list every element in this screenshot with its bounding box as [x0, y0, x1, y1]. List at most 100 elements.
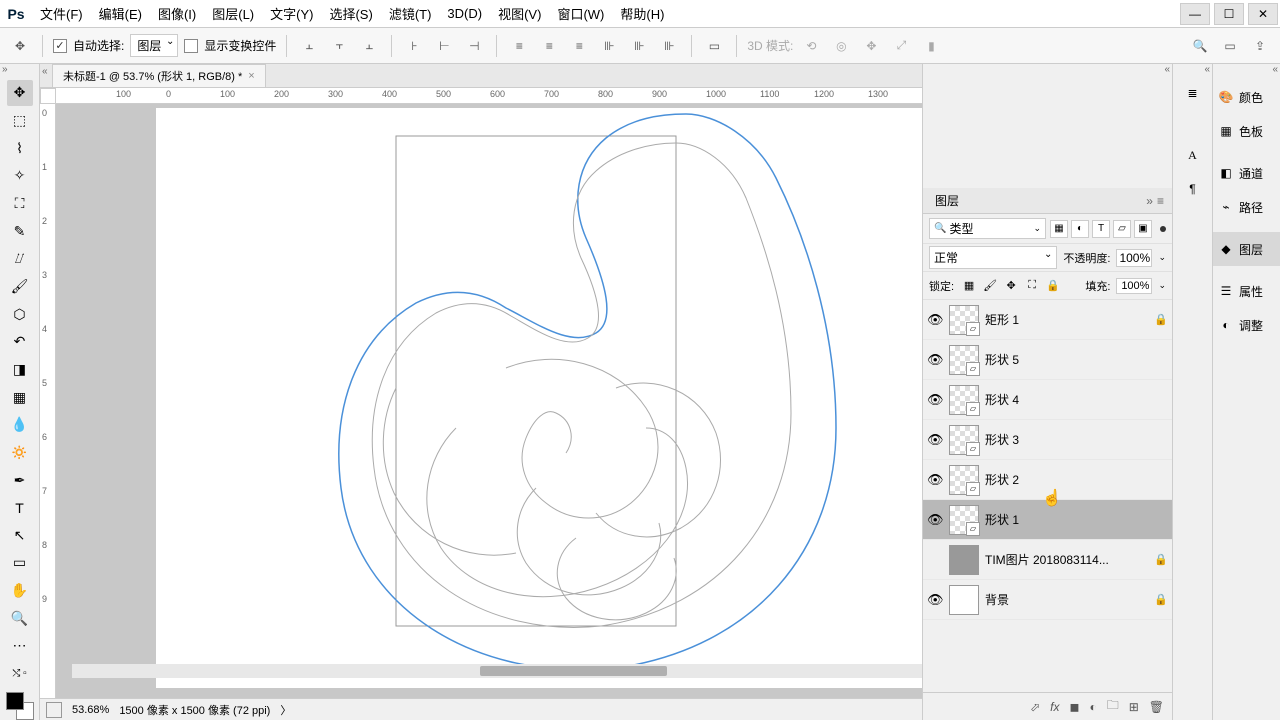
distribute-5-icon[interactable]: ⊪	[627, 34, 651, 58]
filter-smart-icon[interactable]: ▣	[1134, 220, 1152, 238]
layer-thumbnail[interactable]: ▱	[949, 385, 979, 415]
filter-type-icon[interactable]: T	[1092, 220, 1110, 238]
search-icon[interactable]: 🔍	[1188, 34, 1212, 58]
layer-row[interactable]: 👁 ▱ 形状 2	[923, 460, 1172, 500]
history-brush-tool[interactable]: ↶	[7, 329, 33, 355]
status-icon[interactable]	[46, 702, 62, 718]
menu-file[interactable]: 文件(F)	[32, 4, 91, 23]
lock-artboard-icon[interactable]: ⛶	[1023, 277, 1041, 295]
workspace-icon[interactable]: ▭	[1218, 34, 1242, 58]
scrollbar-horizontal[interactable]	[72, 664, 922, 678]
visibility-toggle[interactable]: 👁	[927, 592, 943, 608]
layer-thumbnail[interactable]: ▱	[949, 425, 979, 455]
canvas[interactable]	[156, 108, 922, 688]
panel-tab-swatches[interactable]: ▦色板	[1213, 114, 1280, 148]
rectangle-tool[interactable]: ▭	[7, 550, 33, 576]
menu-edit[interactable]: 编辑(E)	[91, 4, 150, 23]
filter-pixel-icon[interactable]: ▦	[1050, 220, 1068, 238]
panel-tab-adjustments[interactable]: ◐调整	[1213, 308, 1280, 342]
align-hcenter-icon[interactable]: ⊢	[432, 34, 456, 58]
panel-tab-paths[interactable]: ⌁路径	[1213, 190, 1280, 224]
marquee-tool[interactable]: ⬚	[7, 108, 33, 134]
visibility-toggle[interactable]: 👁	[927, 472, 943, 488]
menu-select[interactable]: 选择(S)	[321, 4, 380, 23]
layer-thumbnail[interactable]	[949, 585, 979, 615]
layer-name[interactable]: 形状 3	[985, 431, 1148, 448]
show-transform-checkbox[interactable]	[184, 39, 198, 53]
fill-input[interactable]: 100%	[1116, 278, 1152, 294]
blur-tool[interactable]: 💧	[7, 412, 33, 438]
panel-tab-layers[interactable]: ◆图层	[1213, 232, 1280, 266]
maximize-button[interactable]: ☐	[1214, 3, 1244, 25]
distribute-3-icon[interactable]: ≡	[567, 34, 591, 58]
lock-trans-icon[interactable]: ▦	[960, 277, 978, 295]
layer-row[interactable]: TIM图片 2018083114...🔒	[923, 540, 1172, 580]
layer-thumbnail[interactable]: ▱	[949, 465, 979, 495]
visibility-toggle[interactable]: 👁	[927, 512, 943, 528]
panel-collapse-button[interactable]: »	[1146, 194, 1153, 208]
layer-name[interactable]: 形状 2	[985, 471, 1148, 488]
auto-select-dropdown[interactable]: 图层	[130, 34, 178, 57]
auto-select-checkbox[interactable]	[53, 39, 67, 53]
zoom-level[interactable]: 53.68%	[72, 704, 109, 716]
paragraph-panel-icon[interactable]: ¶	[1180, 176, 1206, 202]
fill-arrow[interactable]: ⌄	[1158, 280, 1166, 291]
layers-tab[interactable]: 图层	[931, 190, 963, 211]
dodge-tool[interactable]: 🔅	[7, 440, 33, 466]
tab-close-icon[interactable]: ×	[248, 70, 254, 82]
visibility-toggle[interactable]: 👁	[927, 432, 943, 448]
menu-image[interactable]: 图像(I)	[150, 4, 204, 23]
mini-collapse-icon[interactable]: «	[1204, 64, 1210, 75]
adjustment-icon[interactable]: ◐	[1089, 700, 1096, 714]
share-icon[interactable]: ⇪	[1248, 34, 1272, 58]
layer-name[interactable]: 形状 5	[985, 351, 1148, 368]
layer-row[interactable]: 👁背景🔒	[923, 580, 1172, 620]
layer-thumbnail[interactable]: ▱	[949, 505, 979, 535]
swap-colors-icon[interactable]: ⤭ ▫	[7, 661, 33, 687]
layer-name[interactable]: TIM图片 2018083114...	[985, 551, 1148, 568]
menu-filter[interactable]: 滤镜(T)	[381, 4, 440, 23]
gradient-tool[interactable]: ▦	[7, 384, 33, 410]
layer-thumbnail[interactable]: ▱	[949, 305, 979, 335]
character-panel-icon[interactable]: A	[1180, 142, 1206, 168]
scroll-thumb[interactable]	[480, 666, 667, 676]
delete-layer-icon[interactable]: 🗑	[1149, 700, 1164, 714]
panel-collapse-icon[interactable]: «	[1164, 64, 1170, 75]
ruler-horizontal[interactable]: 100 0 100 200 300 400 500 600 700 800 90…	[56, 88, 922, 104]
link-layers-icon[interactable]: ⬀	[1030, 700, 1040, 714]
hand-tool[interactable]: ✋	[7, 578, 33, 604]
mask-icon[interactable]: ◼	[1069, 700, 1079, 714]
layer-thumbnail[interactable]: ▱	[949, 345, 979, 375]
tabbar-collapse-icon[interactable]: «	[42, 66, 48, 77]
crop-tool[interactable]: ⛶	[7, 191, 33, 217]
minimize-button[interactable]: —	[1180, 3, 1210, 25]
doc-info-arrow[interactable]: 〉	[280, 702, 291, 718]
align-top-icon[interactable]: ⫠	[297, 34, 321, 58]
opacity-input[interactable]: 100%	[1116, 249, 1152, 267]
doc-info[interactable]: 1500 像素 x 1500 像素 (72 ppi)	[119, 702, 270, 718]
panel-tab-channels[interactable]: ◧通道	[1213, 156, 1280, 190]
menu-layer[interactable]: 图层(L)	[204, 4, 262, 23]
lock-paint-icon[interactable]: 🖌	[981, 277, 999, 295]
eyedropper-tool[interactable]: ✎	[7, 218, 33, 244]
lock-pos-icon[interactable]: ✥	[1002, 277, 1020, 295]
group-icon[interactable]: 🗀	[1107, 696, 1119, 717]
filter-toggle[interactable]	[1160, 226, 1166, 232]
tools-collapse-icon[interactable]: »	[2, 64, 8, 75]
pen-tool[interactable]: ✒	[7, 467, 33, 493]
clone-stamp-tool[interactable]: ⬡	[7, 301, 33, 327]
move-tool[interactable]: ✥	[7, 80, 33, 106]
layer-name[interactable]: 背景	[985, 591, 1148, 608]
spot-heal-tool[interactable]: ⌰	[7, 246, 33, 272]
layer-row[interactable]: 👁▱形状 4	[923, 380, 1172, 420]
edit-toolbar[interactable]: ⋯	[7, 633, 33, 659]
filter-shape-icon[interactable]: ▱	[1113, 220, 1131, 238]
layer-thumbnail[interactable]	[949, 545, 979, 575]
close-window-button[interactable]: ✕	[1248, 3, 1278, 25]
lock-all-icon[interactable]: 🔒	[1044, 277, 1062, 295]
menu-help[interactable]: 帮助(H)	[612, 4, 672, 23]
brush-tool[interactable]: 🖌	[7, 274, 33, 300]
history-panel-icon[interactable]: ≣	[1180, 80, 1206, 106]
far-right-collapse-icon[interactable]: «	[1272, 64, 1278, 75]
panel-tab-color[interactable]: 🎨颜色	[1213, 80, 1280, 114]
